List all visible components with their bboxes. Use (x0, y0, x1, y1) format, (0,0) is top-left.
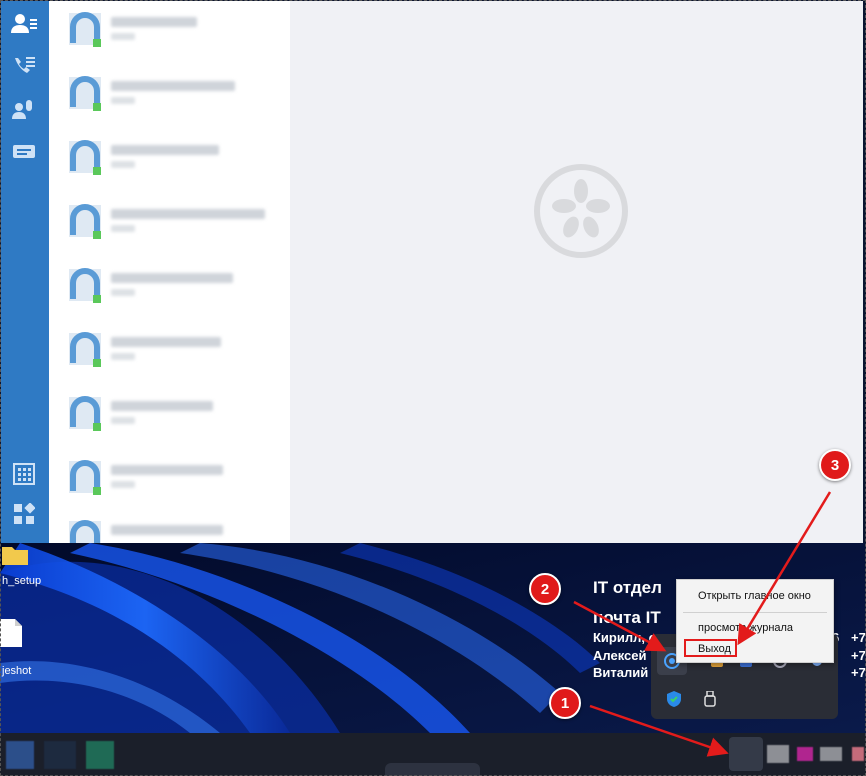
contact-item[interactable] (49, 197, 290, 259)
taskbar-app-icon[interactable] (86, 741, 114, 769)
contact-name (111, 273, 233, 283)
voicemail-icon[interactable] (9, 95, 39, 125)
contact-status (111, 97, 135, 104)
usb-drive-icon[interactable] (699, 688, 721, 710)
contact-name (111, 401, 213, 411)
contact-name (111, 17, 197, 27)
contact-list (49, 1, 290, 543)
overlay-number: +7 (851, 630, 866, 645)
step-badge-3: 3 (819, 449, 851, 481)
contacts-icon[interactable] (9, 9, 39, 39)
menu-item-open-main-window[interactable]: Открыть главное окно (698, 590, 811, 602)
app-logo-watermark (534, 164, 628, 258)
contact-status (111, 353, 135, 360)
contact-name (111, 465, 223, 475)
file-icon (0, 619, 22, 647)
contact-status (111, 289, 135, 296)
dialpad-icon[interactable] (9, 459, 39, 489)
start-button[interactable] (6, 741, 34, 769)
contact-name (111, 209, 265, 219)
contact-item[interactable] (49, 261, 290, 323)
overlay-it-dept: IT отдел (593, 578, 662, 597)
contact-item[interactable] (49, 513, 290, 543)
contact-item[interactable] (49, 325, 290, 387)
desktop-icon-label: jeshot (2, 665, 32, 677)
messenger-window (1, 1, 863, 543)
contact-name (111, 145, 219, 155)
contact-status (111, 161, 135, 168)
contact-status (111, 481, 135, 488)
overlay-number: +7 (851, 665, 866, 680)
tray-icon[interactable] (852, 747, 864, 761)
desktop-icon-screenshot[interactable]: jeshot (0, 619, 40, 679)
tray-icon[interactable] (797, 747, 813, 761)
avatar (69, 460, 101, 495)
avatar (69, 396, 101, 431)
shield-icon[interactable] (663, 688, 685, 710)
overlay-person: Виталий (593, 665, 649, 680)
contact-name (111, 525, 223, 535)
contact-item[interactable] (49, 453, 290, 515)
tray-icon[interactable] (767, 745, 789, 763)
taskbar (0, 733, 866, 776)
app-sidebar (1, 1, 49, 543)
exit-highlight-box (684, 639, 737, 657)
call-history-icon[interactable] (9, 51, 39, 81)
overlay-number: +7 (851, 648, 866, 663)
taskbar-app-icon[interactable] (44, 741, 76, 769)
avatar (69, 520, 101, 543)
contact-name (111, 81, 235, 91)
step-badge-1: 1 (549, 687, 581, 719)
overlay-it-mail: почта IT (593, 608, 661, 627)
contact-item[interactable] (49, 69, 290, 131)
contact-status (111, 225, 135, 232)
contact-item[interactable] (49, 389, 290, 451)
avatar (69, 140, 101, 175)
avatar (69, 12, 101, 47)
step-badge-2: 2 (529, 573, 561, 605)
tray-icon[interactable] (820, 747, 842, 761)
contact-status (111, 417, 135, 424)
taskbar-app-icon[interactable] (385, 763, 480, 776)
avatar (69, 204, 101, 239)
contact-item[interactable] (49, 133, 290, 195)
menu-separator (683, 612, 827, 613)
apps-icon[interactable] (9, 499, 39, 529)
chat-icon[interactable] (9, 137, 39, 167)
tray-overflow-chevron[interactable] (729, 737, 763, 771)
menu-item-view-log[interactable]: просмотр журнала (698, 622, 793, 634)
desktop-icon-label: h_setup (2, 575, 42, 587)
contact-status (111, 33, 135, 40)
contact-item[interactable] (49, 5, 290, 67)
contact-name (111, 337, 221, 347)
avatar (69, 332, 101, 367)
overlay-person: Алексей (593, 648, 647, 663)
avatar (69, 76, 101, 111)
desktop-icon-setup[interactable]: h_setup (0, 543, 42, 589)
avatar (69, 268, 101, 303)
folder-icon (2, 547, 28, 565)
